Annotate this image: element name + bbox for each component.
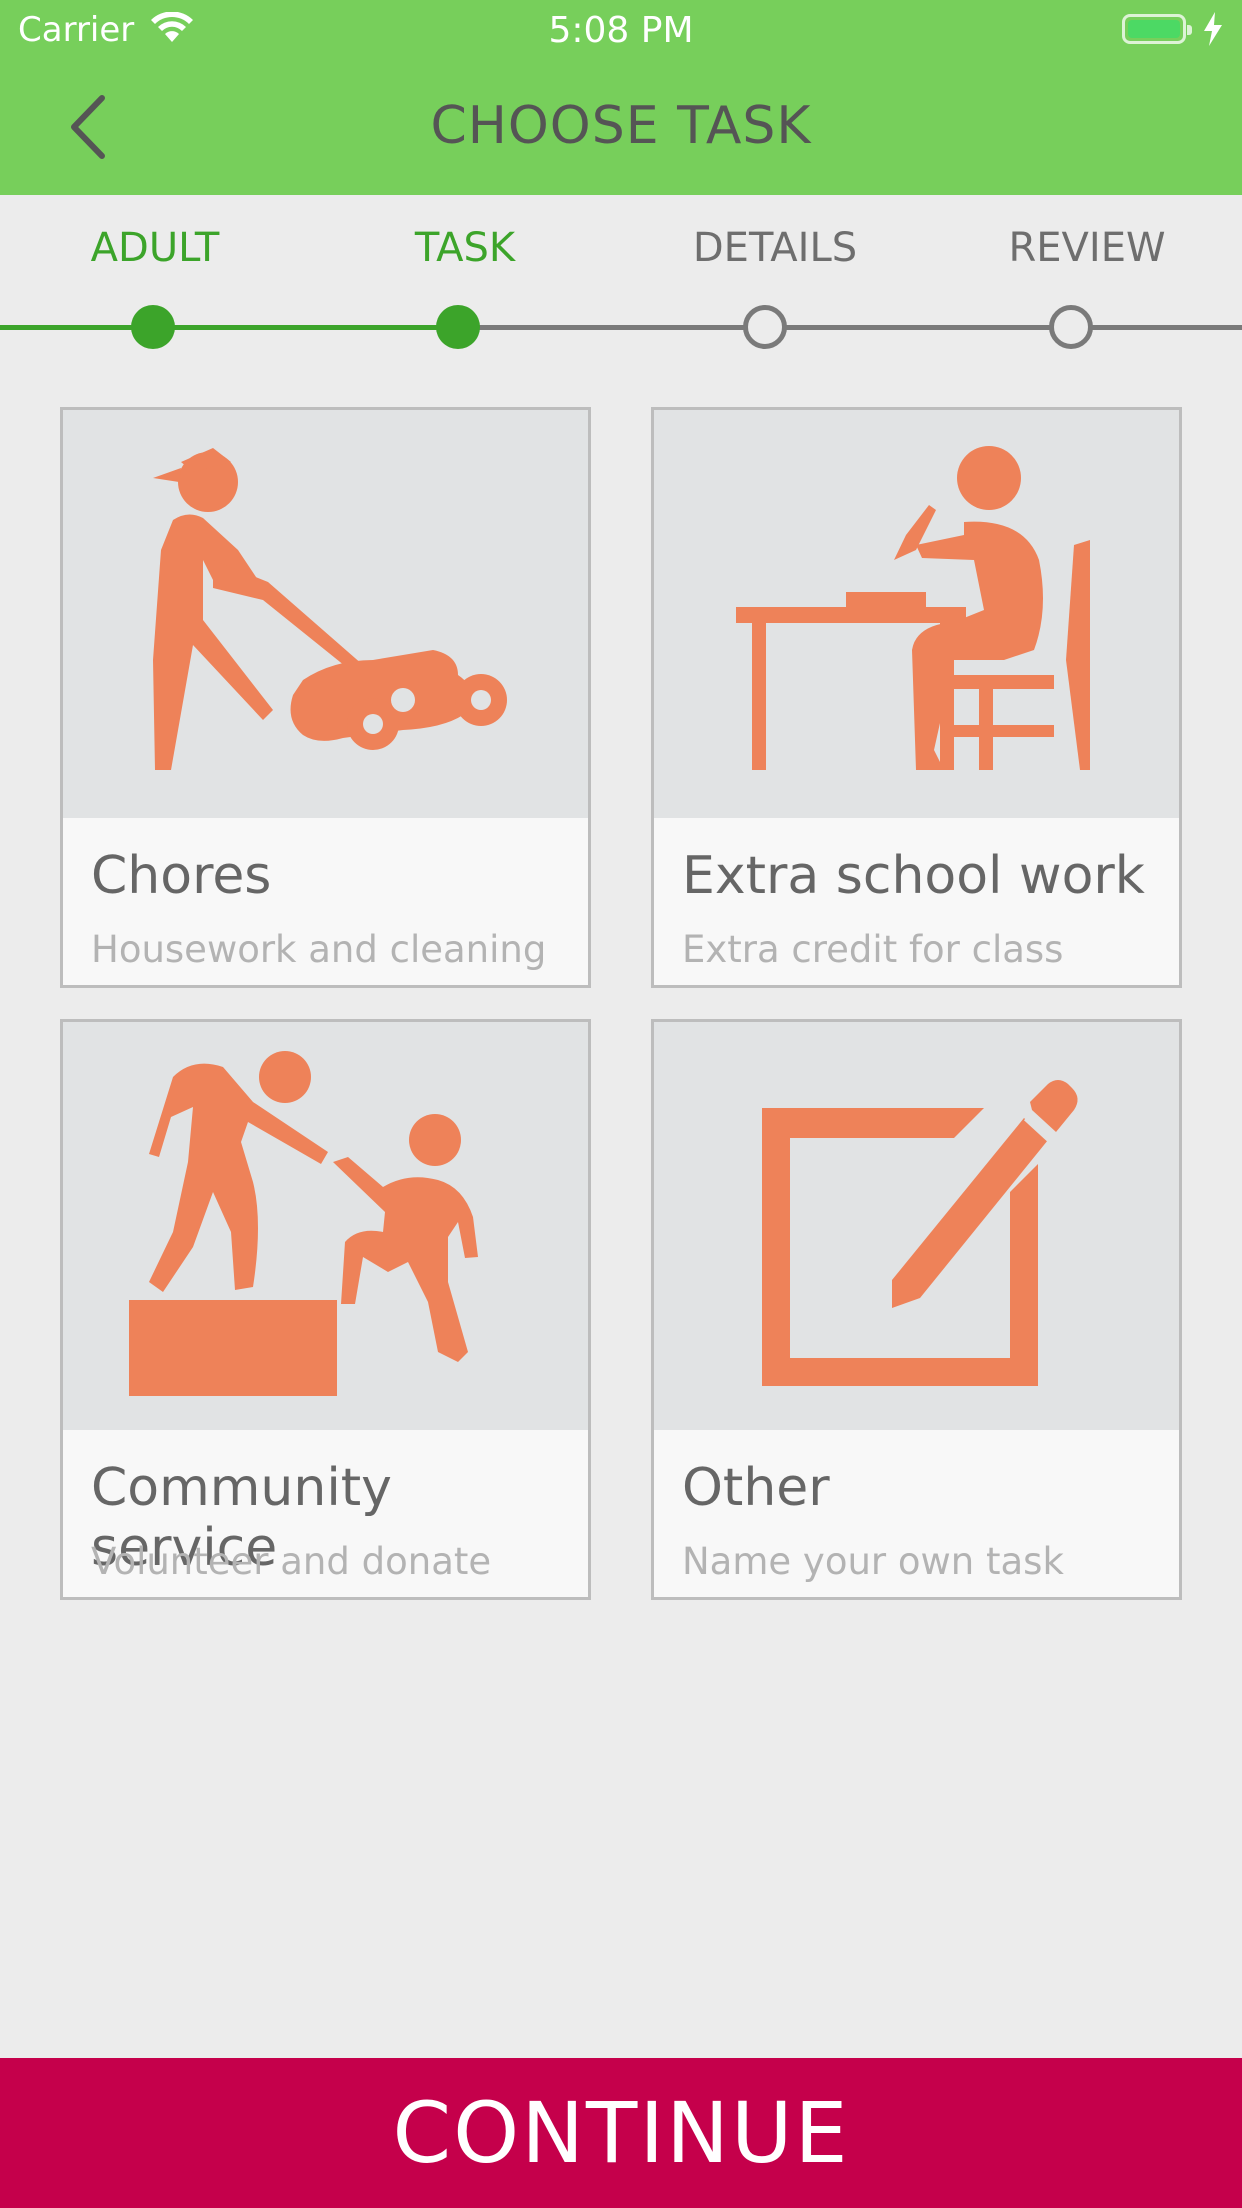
task-subtitle: Housework and cleaning bbox=[91, 928, 547, 971]
clock-label: 5:08 PM bbox=[548, 10, 694, 51]
step-label-details: DETAILS bbox=[692, 225, 858, 271]
task-card-community-service[interactable]: Community service Volunteer and donate bbox=[60, 1019, 591, 1600]
progress-line-remaining bbox=[458, 325, 1242, 330]
lawn-mower-icon bbox=[153, 448, 507, 770]
progress-line-complete bbox=[0, 325, 458, 330]
step-label-review: REVIEW bbox=[1008, 225, 1166, 271]
step-label-adult: ADULT bbox=[90, 225, 220, 271]
student-desk-icon bbox=[736, 446, 1090, 770]
battery-icon bbox=[1122, 14, 1192, 44]
page-title: CHOOSE TASK bbox=[430, 96, 812, 156]
card-art bbox=[63, 410, 588, 818]
edit-square-icon bbox=[762, 1080, 1078, 1386]
step-label-task: TASK bbox=[414, 225, 516, 271]
step-dot-review bbox=[1049, 305, 1093, 349]
progress-stepper: ADULT TASK DETAILS REVIEW bbox=[0, 195, 1242, 365]
task-title: Extra school work bbox=[682, 846, 1145, 906]
step-dot-task bbox=[436, 305, 480, 349]
helping-hand-icon bbox=[129, 1051, 478, 1396]
task-card-chores[interactable]: Chores Housework and cleaning bbox=[60, 407, 591, 988]
task-title: Chores bbox=[91, 846, 272, 906]
continue-button[interactable]: CONTINUE bbox=[0, 2058, 1242, 2208]
task-subtitle: Name your own task bbox=[682, 1540, 1064, 1583]
task-card-other[interactable]: Other Name your own task bbox=[651, 1019, 1182, 1600]
task-card-extra-school-work[interactable]: Extra school work Extra credit for class bbox=[651, 407, 1182, 988]
header-bar: Carrier 5:08 PM CHOOSE TASK bbox=[0, 0, 1242, 195]
task-title: Other bbox=[682, 1458, 830, 1518]
status-bar: Carrier 5:08 PM bbox=[0, 0, 1242, 60]
navigation-bar: CHOOSE TASK bbox=[0, 60, 1242, 195]
card-art bbox=[654, 1022, 1179, 1430]
step-dot-adult bbox=[131, 305, 175, 349]
task-subtitle: Volunteer and donate bbox=[91, 1540, 492, 1583]
charging-icon bbox=[1202, 12, 1224, 55]
card-art bbox=[654, 410, 1179, 818]
step-dot-details bbox=[743, 305, 787, 349]
card-art bbox=[63, 1022, 588, 1430]
task-subtitle: Extra credit for class bbox=[682, 928, 1064, 971]
